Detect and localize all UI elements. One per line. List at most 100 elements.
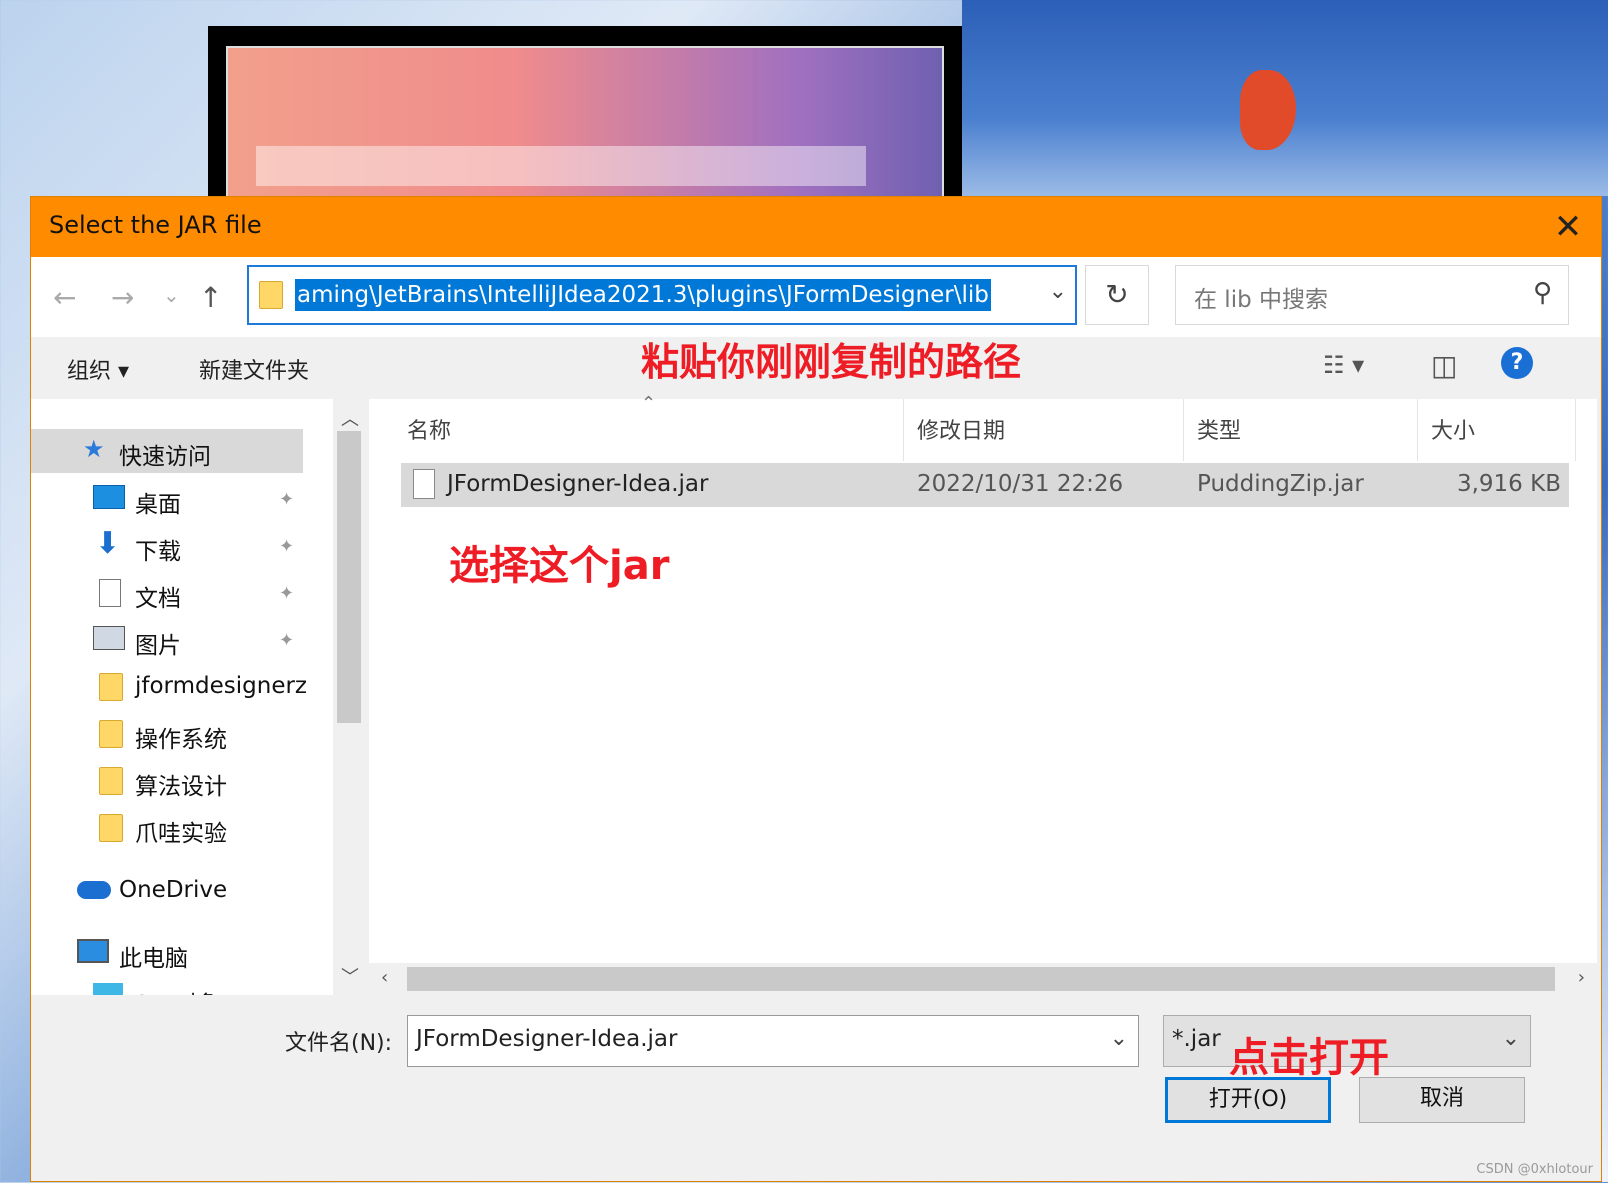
folder-icon	[259, 281, 283, 309]
up-button[interactable]: ↑	[199, 281, 222, 314]
search-placeholder: 在 lib 中搜索	[1194, 287, 1329, 313]
preview-pane-icon[interactable]: ◫	[1431, 349, 1457, 382]
column-header-type[interactable]: 类型	[1197, 413, 1241, 445]
organize-menu[interactable]: 组织 ▾	[67, 353, 129, 385]
sidebar-item-algorithms[interactable]: 算法设计	[31, 759, 303, 803]
address-dropdown-icon[interactable]: ⌄	[1049, 279, 1067, 304]
scroll-thumb[interactable]	[337, 431, 361, 723]
sidebar-item-label: 快速访问	[119, 444, 211, 470]
file-type: PuddingZip.jar	[1197, 471, 1364, 497]
sidebar-item-label: 算法设计	[135, 774, 227, 800]
sidebar-item-desktop[interactable]: 桌面 ✦	[31, 477, 303, 521]
computer-icon	[77, 939, 109, 963]
cancel-button[interactable]: 取消	[1359, 1077, 1525, 1123]
sidebar-item-java-lab[interactable]: 爪哇实验	[31, 806, 303, 850]
column-divider[interactable]	[1575, 399, 1576, 461]
file-size: 3,916 KB	[1456, 471, 1561, 497]
chevron-down-icon[interactable]: ⌄	[1502, 1026, 1520, 1051]
desktop-icon	[93, 485, 125, 509]
folder-icon	[99, 720, 123, 748]
pictures-icon	[93, 626, 125, 650]
column-divider[interactable]	[1183, 399, 1184, 461]
sidebar-item-3d-objects[interactable]: 3D 对象	[31, 977, 303, 995]
sidebar-item-label: 下载	[135, 539, 181, 565]
recent-locations-button[interactable]: ⌄	[163, 283, 180, 307]
sidebar-item-label: 桌面	[135, 492, 181, 518]
sidebar-item-label: 操作系统	[135, 727, 227, 753]
star-icon: ★	[83, 435, 105, 463]
column-divider[interactable]	[1417, 399, 1418, 461]
navigation-pane: ★ 快速访问 桌面 ✦ ⬇ 下载 ✦ 文档 ✦ 图片 ✦ jformdesign…	[31, 399, 333, 995]
column-header-name[interactable]: 名称	[407, 413, 451, 445]
address-path[interactable]: aming\JetBrains\IntelliJIdea2021.3\plugi…	[295, 279, 991, 311]
forward-button[interactable]: →	[111, 281, 134, 314]
view-options-icon[interactable]: ☷ ▾	[1323, 351, 1364, 379]
folder-icon	[99, 673, 123, 701]
sidebar-item-label: 爪哇实验	[135, 821, 227, 847]
dialog-footer: 文件名(N): JFormDesigner-Idea.jar ⌄ *.jar ⌄…	[31, 995, 1601, 1183]
cube-icon	[93, 983, 123, 995]
sidebar-item-label: jformdesignerz	[135, 673, 307, 699]
pin-icon: ✦	[279, 583, 295, 604]
close-button[interactable]: ✕	[1535, 197, 1601, 257]
column-header-modified[interactable]: 修改日期	[917, 413, 1005, 445]
file-icon	[413, 469, 435, 499]
back-button[interactable]: ←	[53, 281, 76, 314]
sidebar-item-pictures[interactable]: 图片 ✦	[31, 618, 303, 662]
refresh-button[interactable]: ↻	[1085, 265, 1149, 325]
file-dialog: Select the JAR file ✕ ← → ⌄ ↑ aming\JetB…	[30, 196, 1602, 1182]
sidebar-item-this-pc[interactable]: 此电脑	[31, 931, 303, 975]
help-icon[interactable]: ?	[1501, 347, 1533, 379]
scroll-up-icon[interactable]: ︿	[341, 405, 359, 431]
new-folder-button[interactable]: 新建文件夹	[199, 353, 309, 385]
open-button[interactable]: 打开(O)	[1165, 1077, 1331, 1123]
annotation-click-open: 点击打开	[1229, 1035, 1389, 1081]
file-type-value: *.jar	[1172, 1026, 1221, 1052]
folder-icon	[99, 767, 123, 795]
command-bar: 组织 ▾ 新建文件夹 粘贴你刚刚复制的路径 ☷ ▾ ◫ ?	[31, 337, 1601, 399]
pin-icon: ✦	[279, 630, 295, 651]
pin-icon: ✦	[279, 536, 295, 557]
sidebar-item-label: OneDrive	[119, 877, 228, 903]
sidebar-item-label: 此电脑	[119, 946, 188, 972]
file-list: ⌃ 名称 修改日期 类型 大小 JFormDesigner-Idea.jar 2…	[369, 393, 1597, 995]
column-header-size[interactable]: 大小	[1431, 413, 1475, 445]
annotation-paste-path: 粘贴你刚刚复制的路径	[641, 340, 1022, 384]
filename-input[interactable]: JFormDesigner-Idea.jar ⌄	[407, 1015, 1139, 1067]
file-modified: 2022/10/31 22:26	[917, 471, 1124, 497]
sidebar-item-onedrive[interactable]: OneDrive	[31, 869, 303, 913]
address-input[interactable]: aming\JetBrains\IntelliJIdea2021.3\plugi…	[247, 265, 1077, 325]
sidebar-item-os[interactable]: 操作系统	[31, 712, 303, 756]
background-window	[208, 26, 962, 202]
scroll-right-icon[interactable]: ›	[1578, 967, 1585, 988]
filename-label: 文件名(N):	[285, 1031, 393, 1056]
dialog-title: Select the JAR file	[49, 211, 262, 239]
file-name: JFormDesigner-Idea.jar	[447, 471, 709, 497]
filename-value[interactable]: JFormDesigner-Idea.jar	[416, 1026, 677, 1052]
search-icon[interactable]: ⚲	[1533, 278, 1552, 308]
background-window-strip	[256, 146, 866, 186]
download-icon: ⬇	[95, 526, 121, 561]
watermark: CSDN @0xhlotour	[1476, 1162, 1593, 1177]
scroll-down-icon[interactable]: ﹀	[341, 963, 359, 989]
navigation-scrollbar[interactable]: ︿ ﹀	[333, 399, 365, 995]
sidebar-item-jformdesignerz[interactable]: jformdesignerz	[31, 665, 333, 709]
scroll-left-icon[interactable]: ‹	[381, 967, 388, 988]
horizontal-scroll-thumb[interactable]	[407, 967, 1555, 991]
chevron-down-icon[interactable]: ⌄	[1110, 1026, 1128, 1051]
cloud-icon	[77, 881, 111, 899]
sidebar-item-label: 3D 对象	[135, 985, 221, 995]
pin-icon: ✦	[279, 489, 295, 510]
sidebar-item-label: 文档	[135, 586, 181, 612]
folder-icon	[99, 814, 123, 842]
sidebar-item-quick-access[interactable]: ★ 快速访问	[31, 429, 303, 473]
address-bar: ← → ⌄ ↑ aming\JetBrains\IntelliJIdea2021…	[31, 257, 1601, 337]
column-divider[interactable]	[903, 399, 904, 461]
sidebar-item-downloads[interactable]: ⬇ 下载 ✦	[31, 524, 303, 568]
search-input[interactable]: 在 lib 中搜索 ⚲	[1175, 265, 1569, 325]
sidebar-item-label: 图片	[135, 633, 181, 659]
table-row[interactable]: JFormDesigner-Idea.jar 2022/10/31 22:26 …	[401, 463, 1569, 507]
title-bar: Select the JAR file ✕	[31, 197, 1601, 257]
horizontal-scrollbar[interactable]: ‹ ›	[369, 963, 1597, 995]
sidebar-item-documents[interactable]: 文档 ✦	[31, 571, 303, 615]
